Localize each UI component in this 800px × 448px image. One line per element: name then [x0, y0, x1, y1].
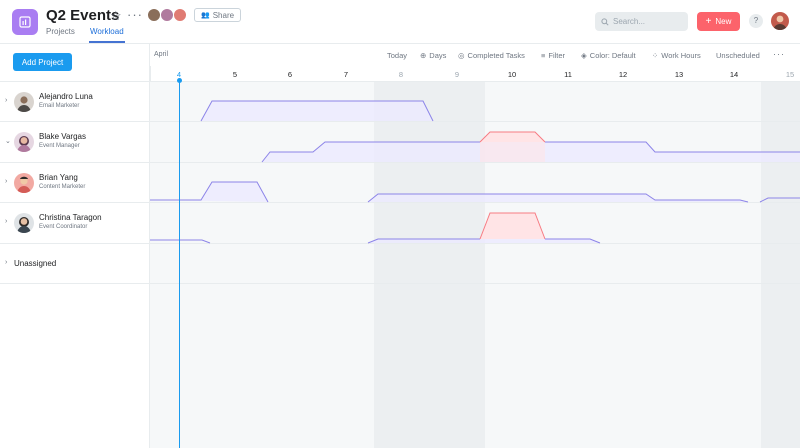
- top-header: Q2 Events ☆ ··· 👥 Share Projects Workloa…: [0, 0, 800, 44]
- avatar: [14, 213, 34, 233]
- tab-workload[interactable]: Workload: [90, 27, 124, 36]
- zoom-icon: ⊕: [420, 51, 427, 60]
- divider: [0, 202, 150, 203]
- overload-band: [480, 213, 545, 239]
- overload-column: [480, 142, 545, 162]
- person-role: Event Manager: [39, 143, 80, 149]
- day-label: 12: [618, 70, 628, 79]
- color-label: Color: Default: [589, 51, 636, 60]
- divider: [0, 162, 150, 163]
- unscheduled-button[interactable]: Unscheduled: [716, 51, 760, 60]
- overload-band: [480, 132, 545, 142]
- filter-icon: ≡: [541, 51, 546, 60]
- divider: [0, 121, 150, 122]
- day-label: 8: [398, 70, 404, 79]
- chevron-down-icon[interactable]: ⌄: [5, 137, 11, 145]
- today-marker-dot: [177, 78, 182, 83]
- completed-tasks-button[interactable]: ◎ Completed Tasks: [458, 51, 525, 60]
- divider: [0, 243, 150, 244]
- filter-button[interactable]: ≡ Filter: [541, 51, 565, 60]
- days-label: Days: [429, 51, 447, 60]
- divider: [0, 283, 150, 284]
- day-label: 10: [507, 70, 517, 79]
- new-button[interactable]: + New: [697, 12, 740, 31]
- work-hours-label: Work Hours: [661, 51, 701, 60]
- chevron-right-icon[interactable]: ›: [5, 97, 7, 104]
- day-label: 9: [454, 70, 460, 79]
- person-role: Content Marketer: [39, 184, 86, 190]
- days-button[interactable]: ⊕ Days: [420, 51, 446, 60]
- chevron-right-icon[interactable]: ›: [5, 259, 7, 266]
- paint-bucket-icon: ◈: [581, 51, 587, 60]
- add-project-button[interactable]: Add Project: [13, 53, 72, 71]
- person-name[interactable]: Alejandro Luna: [39, 92, 93, 101]
- more-options-icon[interactable]: ···: [773, 49, 785, 59]
- tab-projects[interactable]: Projects: [46, 27, 75, 36]
- color-button[interactable]: ◈ Color: Default: [581, 51, 636, 60]
- workload-grid: [150, 82, 800, 448]
- today-marker-line: [179, 80, 180, 448]
- user-avatar[interactable]: [771, 12, 789, 30]
- workload-toolbar: Today ⊕ Days ◎ Completed Tasks ≡ Filter …: [150, 44, 800, 66]
- day-header: 4 5 6 7 8 9 10 11 12 13 14 15: [150, 66, 800, 82]
- avatar: [160, 8, 174, 22]
- person-name[interactable]: Christina Taragon: [39, 213, 102, 222]
- today-button[interactable]: Today: [387, 51, 407, 60]
- person-role: Event Coordinator: [39, 224, 88, 230]
- people-sidebar: Add Project › Alejandro Luna Email Marke…: [0, 44, 150, 448]
- workload-line: [759, 197, 800, 203]
- new-label: New: [715, 17, 732, 26]
- completed-label: Completed Tasks: [467, 51, 525, 60]
- person-name[interactable]: Brian Yang: [39, 173, 78, 182]
- plus-icon: +: [705, 15, 712, 27]
- avatar: [14, 92, 34, 112]
- empty-area: [150, 284, 800, 448]
- workload-band: [368, 194, 748, 202]
- filter-label: Filter: [548, 51, 566, 60]
- avatar: [147, 8, 161, 22]
- workload-line: [150, 239, 211, 244]
- unassigned-label[interactable]: Unassigned: [14, 259, 56, 268]
- day-label: 13: [674, 70, 684, 79]
- day-label: 14: [729, 70, 739, 79]
- search-icon: [601, 17, 609, 26]
- day-label: 5: [232, 70, 238, 79]
- work-hours-button[interactable]: ⁘ Work Hours: [652, 51, 701, 60]
- day-label: 15: [785, 70, 795, 79]
- month-label: April: [154, 51, 169, 58]
- avatar: [14, 173, 34, 193]
- more-options-icon[interactable]: ···: [127, 7, 143, 22]
- share-button[interactable]: 👥 Share: [194, 8, 242, 22]
- divider: [0, 81, 150, 82]
- people-icon: 👥: [201, 12, 210, 19]
- day-label: 7: [343, 70, 349, 79]
- grid-icon: ⁘: [652, 51, 659, 60]
- workload-chart: [150, 100, 800, 244]
- person-name[interactable]: Blake Vargas: [39, 132, 86, 141]
- avatar: [173, 8, 187, 22]
- day-label: 11: [564, 70, 572, 79]
- chevron-right-icon[interactable]: ›: [5, 218, 7, 225]
- project-icon[interactable]: [12, 9, 38, 35]
- help-icon[interactable]: ?: [749, 14, 763, 28]
- workload-band: [150, 182, 268, 202]
- avatar: [14, 132, 34, 152]
- person-role: Email Marketer: [39, 103, 80, 109]
- search-input[interactable]: Search...: [595, 12, 688, 31]
- star-icon[interactable]: ☆: [110, 8, 122, 24]
- active-tab-indicator: [89, 41, 125, 43]
- page-title: Q2 Events: [46, 7, 120, 24]
- search-placeholder: Search...: [613, 17, 646, 26]
- day-label: 6: [287, 70, 293, 79]
- share-label: Share: [212, 10, 235, 20]
- member-avatars[interactable]: [147, 8, 187, 22]
- workload-band: [201, 101, 433, 121]
- chevron-right-icon[interactable]: ›: [5, 178, 7, 185]
- check-circle-icon: ◎: [458, 51, 465, 60]
